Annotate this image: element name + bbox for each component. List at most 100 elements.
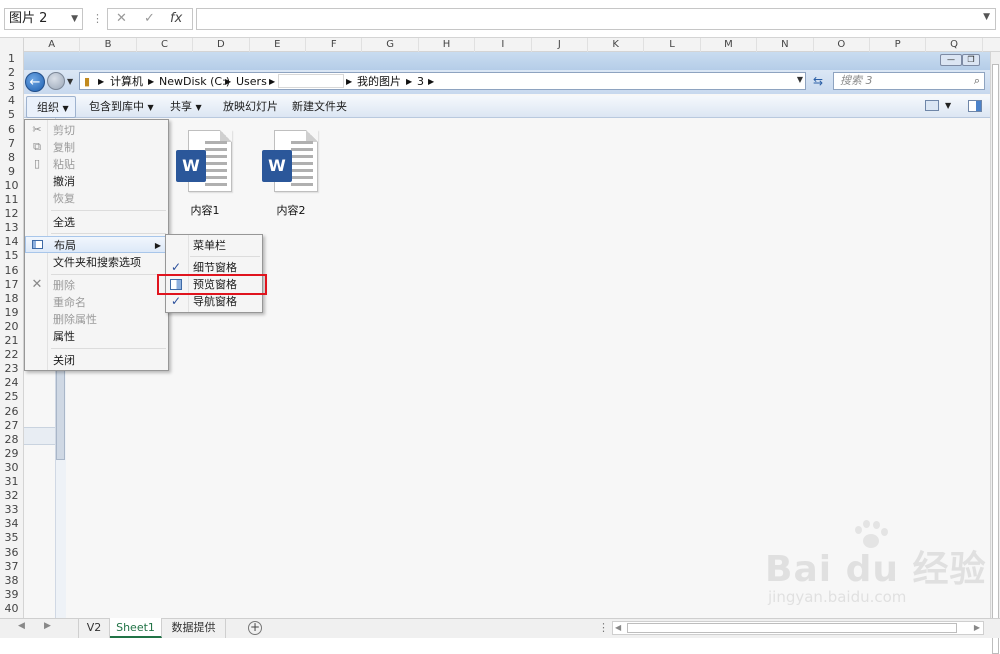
new-folder-button[interactable]: 新建文件夹: [292, 96, 347, 118]
add-sheet-icon[interactable]: +: [248, 621, 262, 635]
menu-item-folder-options[interactable]: 文件夹和搜索选项: [25, 254, 168, 271]
next-sheet-icon[interactable]: ▶: [44, 621, 51, 631]
row-header-17[interactable]: 17: [0, 278, 23, 292]
breadcrumb-arrow-icon[interactable]: ▶: [428, 74, 434, 89]
menu-item-layout[interactable]: 布局 ▶: [25, 236, 168, 253]
menu-item-undo[interactable]: 撤消: [25, 173, 168, 190]
share-button[interactable]: 共享 ▼: [170, 96, 202, 118]
horizontal-scroll-thumb[interactable]: [627, 623, 957, 633]
prev-sheet-icon[interactable]: ◀: [18, 621, 25, 631]
row-header-10[interactable]: 10: [0, 179, 23, 193]
select-all-corner[interactable]: [0, 38, 24, 52]
restore-button[interactable]: ❐: [962, 54, 980, 66]
row-header-3[interactable]: 3: [0, 80, 23, 94]
row-header-38[interactable]: 38: [0, 574, 23, 588]
menu-item-remove-properties[interactable]: 删除属性: [25, 311, 168, 328]
row-header-12[interactable]: 12: [0, 207, 23, 221]
column-header-g[interactable]: G: [362, 38, 419, 52]
menu-item-properties[interactable]: 属性: [25, 328, 168, 345]
address-dropdown-icon[interactable]: ▼: [797, 75, 803, 84]
nav-pane-item[interactable]: [24, 427, 56, 445]
nav-pane-scroll-thumb[interactable]: [56, 370, 65, 460]
column-header-b[interactable]: B: [80, 38, 137, 52]
breadcrumb-arrow-icon[interactable]: ▶: [269, 74, 275, 89]
sheet-tab-data[interactable]: 数据提供: [162, 618, 226, 638]
column-header-q[interactable]: Q: [926, 38, 983, 52]
address-bar[interactable]: ▮ ▶ 计算机 ▶ NewDisk (C:) ▶ Users ▶ ▶ 我的图片 …: [79, 72, 806, 90]
row-header-25[interactable]: 25: [0, 390, 23, 404]
breadcrumb-users[interactable]: Users: [236, 74, 267, 89]
back-arrow-icon[interactable]: ←: [25, 72, 45, 92]
row-header-23[interactable]: 23: [0, 362, 23, 376]
row-header-1[interactable]: 1: [0, 52, 23, 66]
menu-item-close[interactable]: 关闭: [25, 352, 168, 369]
breadcrumb-computer[interactable]: 计算机: [110, 74, 143, 89]
chevron-down-icon[interactable]: ▼: [945, 101, 951, 110]
row-header-33[interactable]: 33: [0, 503, 23, 517]
row-header-9[interactable]: 9: [0, 165, 23, 179]
column-header-k[interactable]: K: [588, 38, 645, 52]
breadcrumb-drive[interactable]: NewDisk (C:): [159, 74, 230, 89]
row-header-30[interactable]: 30: [0, 461, 23, 475]
sheet-tab-sheet1[interactable]: Sheet1: [110, 618, 162, 638]
menu-item-paste[interactable]: ▯ 粘贴: [25, 156, 168, 173]
row-header-32[interactable]: 32: [0, 489, 23, 503]
row-header-16[interactable]: 16: [0, 264, 23, 278]
breadcrumb-user-redacted[interactable]: [278, 74, 344, 88]
column-header-h[interactable]: H: [419, 38, 476, 52]
row-header-22[interactable]: 22: [0, 348, 23, 362]
breadcrumb-arrow-icon[interactable]: ▶: [346, 74, 352, 89]
row-header-28[interactable]: 28: [0, 433, 23, 447]
row-header-18[interactable]: 18: [0, 292, 23, 306]
column-header-e[interactable]: E: [250, 38, 306, 52]
row-header-20[interactable]: 20: [0, 320, 23, 334]
insert-function-icon[interactable]: fx: [170, 11, 182, 26]
column-header-j[interactable]: J: [532, 38, 588, 52]
expand-formula-icon[interactable]: ▼: [983, 12, 990, 22]
column-header-n[interactable]: N: [757, 38, 814, 52]
cancel-icon[interactable]: ✕: [116, 11, 127, 26]
row-header-15[interactable]: 15: [0, 249, 23, 263]
row-header-4[interactable]: 4: [0, 94, 23, 108]
row-header-14[interactable]: 14: [0, 235, 23, 249]
file-item[interactable]: W 内容2: [256, 128, 326, 218]
history-dropdown-icon[interactable]: ▼: [67, 77, 73, 86]
name-box[interactable]: 图片 2 ▼: [4, 8, 83, 30]
file-item[interactable]: W 内容1: [170, 128, 240, 218]
column-header-f[interactable]: F: [306, 38, 363, 52]
row-header-36[interactable]: 36: [0, 546, 23, 560]
menu-item-copy[interactable]: ⧉ 复制: [25, 139, 168, 156]
submenu-item-menu-bar[interactable]: 菜单栏: [166, 237, 262, 254]
menu-item-select-all[interactable]: 全选: [25, 214, 168, 231]
menu-item-redo[interactable]: 恢复: [25, 190, 168, 207]
column-header-p[interactable]: P: [870, 38, 927, 52]
sheet-tab-v2[interactable]: V2: [78, 618, 110, 638]
row-header-40[interactable]: 40: [0, 602, 23, 616]
row-header-13[interactable]: 13: [0, 221, 23, 235]
column-header-d[interactable]: D: [193, 38, 250, 52]
column-header-c[interactable]: C: [137, 38, 194, 52]
submenu-item-navigation-pane[interactable]: ✓ 导航窗格: [166, 293, 262, 310]
refresh-icon[interactable]: ⇆: [809, 72, 827, 90]
row-header-26[interactable]: 26: [0, 405, 23, 419]
row-header-11[interactable]: 11: [0, 193, 23, 207]
scroll-right-icon[interactable]: ▶: [974, 623, 980, 632]
column-header-o[interactable]: O: [814, 38, 870, 52]
column-header-l[interactable]: L: [644, 38, 701, 52]
horizontal-scrollbar[interactable]: ◀ ▶: [612, 621, 984, 635]
enter-check-icon[interactable]: ✓: [144, 11, 155, 26]
change-view-icon[interactable]: [925, 100, 939, 111]
row-header-34[interactable]: 34: [0, 517, 23, 531]
breadcrumb-arrow-icon[interactable]: ▶: [406, 74, 412, 89]
slideshow-button[interactable]: 放映幻灯片: [223, 96, 278, 118]
formula-input[interactable]: ▼: [196, 8, 996, 30]
minimize-button[interactable]: —: [940, 54, 962, 66]
menu-item-cut[interactable]: ✂ 剪切: [25, 122, 168, 139]
scroll-left-icon[interactable]: ◀: [615, 623, 621, 632]
column-header-m[interactable]: M: [701, 38, 758, 52]
row-header-35[interactable]: 35: [0, 531, 23, 545]
row-header-27[interactable]: 27: [0, 419, 23, 433]
search-input[interactable]: 搜索 3 ⌕: [833, 72, 985, 90]
row-header-21[interactable]: 21: [0, 334, 23, 348]
breadcrumb-folder-3[interactable]: 3: [417, 74, 424, 89]
